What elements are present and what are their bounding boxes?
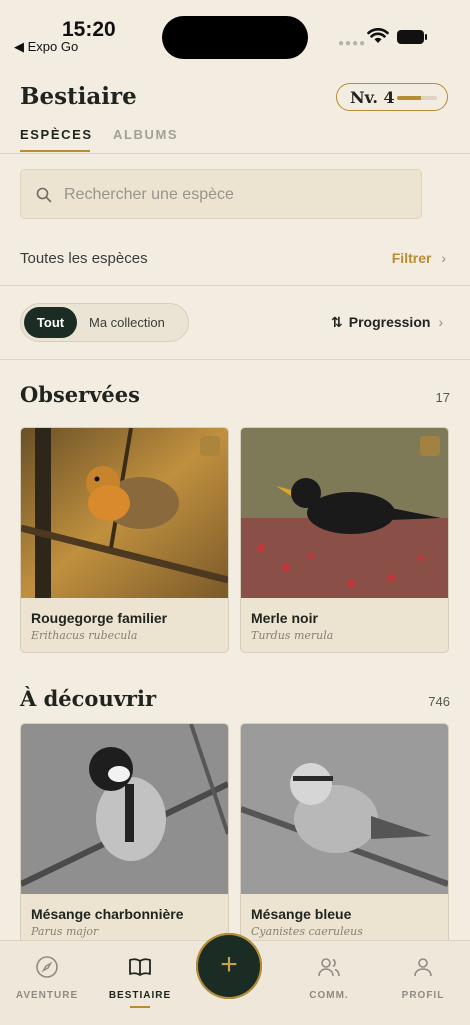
nav-label: AVENTURE xyxy=(15,990,79,1001)
section-title-observed: Observées xyxy=(20,382,140,407)
wifi-icon xyxy=(367,28,389,43)
sort-button[interactable]: ⇅ Progression › xyxy=(331,314,443,331)
page-title: Bestiaire xyxy=(20,83,137,110)
level-label: Nv. 4 xyxy=(350,88,395,107)
species-latin-name: Erithacus rubecula xyxy=(31,629,138,642)
nav-label: BESTIAIRE xyxy=(108,990,172,1001)
species-card[interactable]: Mésange charbonnière Parus major xyxy=(20,723,229,949)
segment-all[interactable]: Tout xyxy=(24,307,77,338)
section-count-observed: 17 xyxy=(435,390,450,405)
chevron-right-icon: › xyxy=(441,250,446,266)
nav-label: PROFIL xyxy=(401,990,445,1001)
tab-especes[interactable]: ESPÈCES xyxy=(20,127,93,142)
back-to-expo-go[interactable]: ◀ Expo Go xyxy=(14,39,78,55)
tab-albums[interactable]: ALBUMS xyxy=(113,127,178,142)
divider xyxy=(0,285,470,286)
divider xyxy=(0,359,470,360)
filter-button[interactable]: Filtrer › xyxy=(392,250,446,266)
user-icon xyxy=(414,958,432,977)
trophy-icon xyxy=(200,436,220,456)
nav-aventure[interactable]: AVENTURE xyxy=(2,955,92,1001)
nav-active-indicator xyxy=(130,1006,150,1008)
species-latin-name: Turdus merula xyxy=(251,629,334,642)
tab-active-indicator xyxy=(20,150,90,152)
species-name: Mésange bleue xyxy=(251,906,352,922)
filter-row: Toutes les espèces Filtrer › xyxy=(20,250,446,270)
nav-bestiaire[interactable]: BESTIAIRE xyxy=(95,955,185,1008)
nav-profil[interactable]: PROFIL xyxy=(378,955,468,1001)
sort-arrows-icon: ⇅ xyxy=(331,314,343,330)
blackbird-photo xyxy=(241,428,448,598)
section-title-discover: À découvrir xyxy=(20,686,157,711)
signal-icon: ●●●● xyxy=(338,38,367,49)
filter-label: Filtrer xyxy=(391,250,432,266)
species-name: Rougegorge familier xyxy=(31,610,168,626)
nav-communaute[interactable]: COMM. xyxy=(284,955,374,1001)
compass-icon xyxy=(36,956,58,978)
plus-icon: + xyxy=(220,948,238,981)
species-name: Mésange charbonnière xyxy=(31,906,184,922)
segment-my-collection[interactable]: Ma collection xyxy=(89,307,165,338)
nav-label: COMM. xyxy=(309,990,349,1001)
species-latin-name: Parus major xyxy=(31,925,99,938)
search-icon xyxy=(36,187,52,203)
status-bar: 15:20 ◀ Expo Go ●●●● xyxy=(0,0,470,60)
section-count-discover: 746 xyxy=(428,694,450,709)
all-species-label: Toutes les espèces xyxy=(20,250,148,267)
divider xyxy=(0,153,470,154)
level-progress-fill xyxy=(397,96,421,100)
search-input[interactable] xyxy=(62,182,406,208)
book-icon xyxy=(129,958,151,976)
battery-icon xyxy=(397,30,427,44)
dynamic-island xyxy=(162,16,308,59)
chevron-right-icon: › xyxy=(438,314,444,330)
level-badge[interactable]: Nv. 4 xyxy=(336,83,448,111)
species-card[interactable]: Mésange bleue Cyanistes caeruleus xyxy=(240,723,449,949)
species-card[interactable]: Rougegorge familier Erithacus rubecula xyxy=(20,427,229,653)
users-icon xyxy=(318,958,340,977)
sort-label: Progression xyxy=(348,314,431,330)
great-tit-photo xyxy=(21,724,228,894)
search-box[interactable] xyxy=(20,169,422,219)
add-observation-button[interactable]: + xyxy=(196,933,262,999)
blue-tit-photo xyxy=(241,724,448,894)
species-card[interactable]: Merle noir Turdus merula xyxy=(240,427,449,653)
collection-segmented-control: Tout Ma collection xyxy=(20,303,189,342)
species-latin-name: Cyanistes caeruleus xyxy=(251,925,363,938)
robin-photo xyxy=(21,428,228,598)
camera-icon xyxy=(420,436,440,456)
level-progress-bar xyxy=(397,96,437,100)
species-name: Merle noir xyxy=(251,610,318,626)
